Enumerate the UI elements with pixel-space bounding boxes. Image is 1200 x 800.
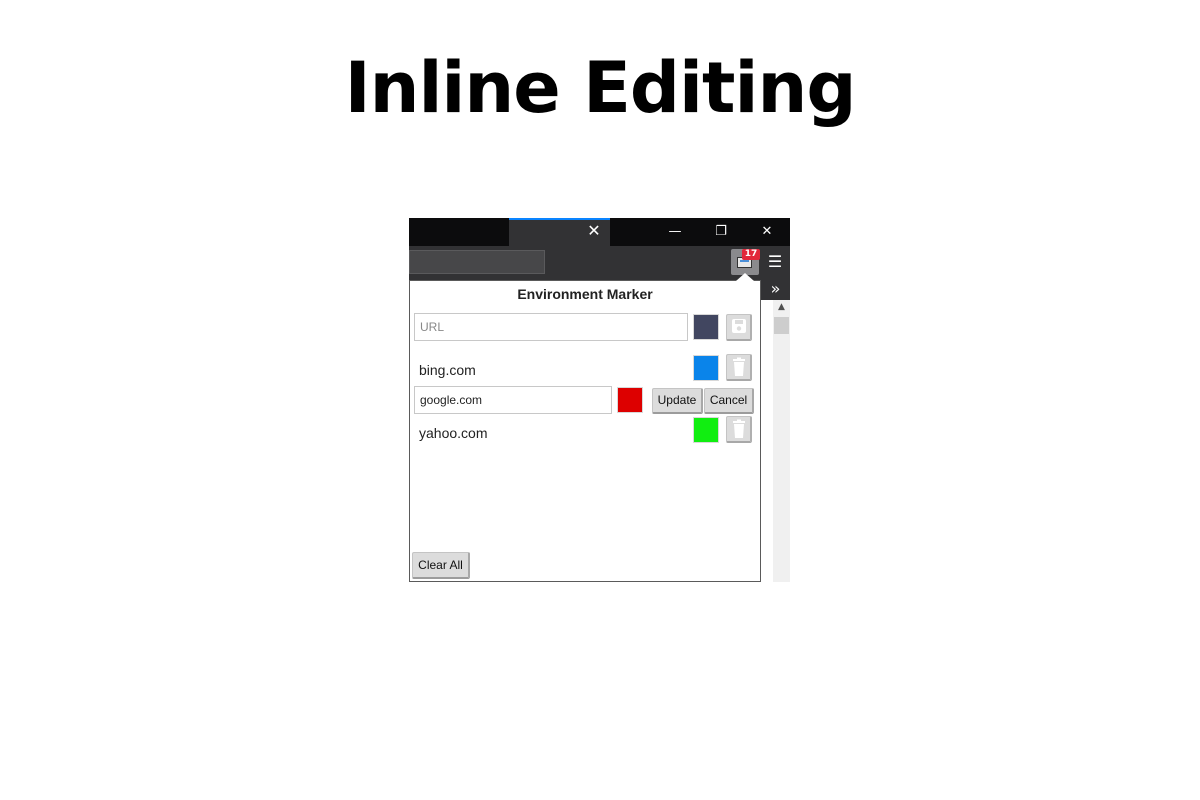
edit-url-input[interactable] (414, 386, 612, 414)
window-close-button[interactable]: ✕ (744, 218, 790, 246)
tab-close-icon[interactable]: ✕ (586, 223, 602, 239)
save-icon (732, 319, 746, 333)
delete-button[interactable] (726, 354, 752, 381)
page: Inline Editing ✕ — ❐ ✕ 17 ☰ » ▲ Environm… (0, 0, 1200, 800)
trash-icon (733, 357, 745, 376)
toolbar-overflow-chevron-icon[interactable]: » (761, 280, 790, 300)
delete-button[interactable] (726, 416, 752, 443)
update-button[interactable]: Update (652, 388, 703, 414)
address-bar[interactable] (409, 250, 545, 274)
clear-all-button[interactable]: Clear All (412, 552, 470, 579)
entry-url-label: bing.com (419, 362, 476, 378)
page-scrollbar[interactable]: ▲ (773, 300, 790, 582)
extension-badge: 17 (742, 249, 760, 260)
edit-color-swatch[interactable] (617, 387, 643, 413)
window-restore-button[interactable]: ❐ (698, 218, 744, 246)
scrollbar-thumb[interactable] (774, 317, 789, 334)
entry-url-label: yahoo.com (419, 425, 488, 441)
cancel-button[interactable]: Cancel (704, 388, 754, 414)
popup-pointer-arrow (736, 273, 754, 281)
page-headline: Inline Editing (344, 47, 857, 129)
browser-window: ✕ — ❐ ✕ 17 ☰ » ▲ Environment Marker URL … (409, 218, 790, 582)
browser-toolbar: 17 ☰ (409, 246, 790, 280)
trash-icon (733, 419, 745, 438)
new-url-input[interactable] (414, 313, 688, 341)
window-minimize-button[interactable]: — (652, 218, 698, 246)
environment-marker-extension-button[interactable]: 17 (731, 249, 760, 275)
title-bar: ✕ — ❐ ✕ (409, 218, 790, 246)
scroll-up-arrow-icon[interactable]: ▲ (773, 300, 790, 315)
new-entry-color-swatch[interactable] (693, 314, 719, 340)
popup-title: Environment Marker (517, 286, 653, 302)
browser-tab-active[interactable]: ✕ (509, 218, 610, 246)
entry-color-swatch[interactable] (693, 417, 719, 443)
hamburger-menu-icon[interactable]: ☰ (765, 252, 785, 272)
save-button[interactable] (726, 314, 752, 341)
entry-color-swatch[interactable] (693, 355, 719, 381)
extension-popup: Environment Marker bing.com (409, 280, 761, 582)
